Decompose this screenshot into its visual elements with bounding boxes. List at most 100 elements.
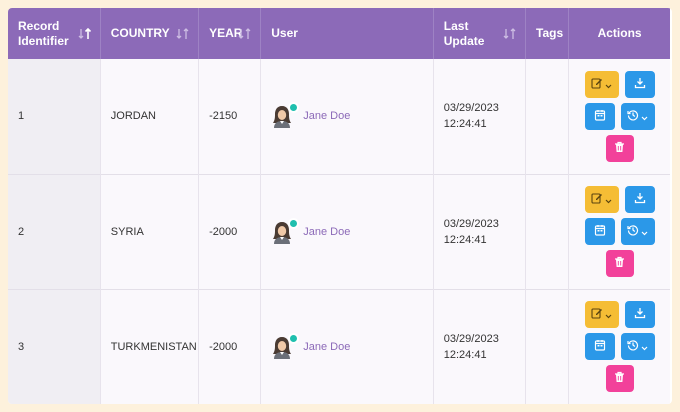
column-header-year[interactable]: YEAR xyxy=(198,8,262,59)
edit-icon xyxy=(591,192,603,207)
schedule-button[interactable] xyxy=(584,218,615,245)
history-icon xyxy=(627,109,639,124)
record-identifier: 3 xyxy=(18,340,25,353)
online-status-dot xyxy=(288,102,300,114)
year-value: -2000 xyxy=(209,225,238,238)
avatar xyxy=(271,332,300,359)
data-grid-container: Record Identifier COUNTRY YEAR User Last… xyxy=(8,8,672,404)
sort-icon[interactable] xyxy=(503,27,517,40)
calendar-icon xyxy=(594,339,606,354)
history-dropdown-button[interactable] xyxy=(620,333,655,361)
chevron-down-icon xyxy=(641,109,648,124)
download-icon xyxy=(634,307,646,322)
cell-country: JORDAN xyxy=(100,59,200,174)
history-dropdown-button[interactable] xyxy=(620,102,655,130)
cell-country: TURKMENISTAN xyxy=(100,289,200,404)
last-update-date: 03/29/2023 xyxy=(443,102,499,115)
avatar xyxy=(271,102,300,129)
edit-dropdown-button[interactable] xyxy=(584,70,619,98)
download-button[interactable] xyxy=(624,301,655,329)
chevron-down-icon xyxy=(605,307,612,322)
user-name-link[interactable]: Jane Doe xyxy=(303,341,350,353)
last-update-time: 12:24:41 xyxy=(443,233,487,246)
edit-dropdown-button[interactable] xyxy=(584,301,619,329)
cell-tags xyxy=(525,174,570,289)
header-row: Record Identifier COUNTRY YEAR User Last… xyxy=(8,8,670,59)
user-name-link[interactable]: Jane Doe xyxy=(303,226,350,238)
last-update-date: 03/29/2023 xyxy=(443,217,499,230)
table-row: 1 JORDAN -2150 Jane Doe 03/29/2023 12:24 xyxy=(8,59,670,174)
column-header-label: COUNTRY xyxy=(110,26,170,40)
cell-user: Jane Doe xyxy=(260,174,434,289)
column-header-country[interactable]: COUNTRY xyxy=(100,8,200,59)
delete-button[interactable] xyxy=(605,250,634,277)
avatar xyxy=(271,217,300,244)
history-icon xyxy=(627,224,639,239)
cell-tags xyxy=(525,59,570,174)
chevron-down-icon xyxy=(641,224,648,239)
cell-country: SYRIA xyxy=(100,174,200,289)
schedule-button[interactable] xyxy=(584,102,615,130)
trash-icon xyxy=(614,371,625,386)
download-button[interactable] xyxy=(624,70,655,98)
cell-tags xyxy=(525,289,570,404)
cell-actions xyxy=(568,174,670,289)
schedule-button[interactable] xyxy=(584,333,615,361)
edit-icon xyxy=(591,77,603,92)
chevron-down-icon xyxy=(605,77,612,92)
edit-dropdown-button[interactable] xyxy=(584,186,619,213)
calendar-icon xyxy=(594,224,606,239)
last-update-time: 12:24:41 xyxy=(443,118,487,131)
history-dropdown-button[interactable] xyxy=(620,218,655,245)
year-value: -2000 xyxy=(209,340,238,353)
column-header-tags: Tags xyxy=(525,8,570,59)
cell-record-identifier: 3 xyxy=(8,289,101,404)
column-header-user: User xyxy=(260,8,434,59)
cell-year: -2150 xyxy=(198,59,262,174)
cell-user: Jane Doe xyxy=(260,289,434,404)
country-name: JORDAN xyxy=(110,110,156,123)
online-status-dot xyxy=(288,332,300,344)
country-name: SYRIA xyxy=(110,225,144,238)
history-icon xyxy=(627,339,639,354)
download-button[interactable] xyxy=(624,186,655,213)
cell-last-update: 03/29/2023 12:24:41 xyxy=(433,174,527,289)
column-header-record-identifier[interactable]: Record Identifier xyxy=(8,8,101,59)
delete-button[interactable] xyxy=(605,365,634,393)
last-update-date: 03/29/2023 xyxy=(443,332,499,345)
user-name-link[interactable]: Jane Doe xyxy=(303,110,350,122)
chevron-down-icon xyxy=(605,192,612,207)
delete-button[interactable] xyxy=(605,134,634,162)
column-header-last-update[interactable]: Last Update xyxy=(433,8,527,59)
sort-ascending-icon[interactable] xyxy=(78,27,92,40)
column-header-label: Actions xyxy=(597,26,642,40)
column-header-actions: Actions xyxy=(569,8,670,59)
cell-record-identifier: 1 xyxy=(8,59,101,174)
sort-icon[interactable] xyxy=(238,27,252,40)
download-icon xyxy=(634,77,646,92)
cell-record-identifier: 2 xyxy=(8,174,101,289)
table-row: 2 SYRIA -2000 Jane Doe 03/29/2023 12:24: xyxy=(8,174,670,289)
table-row: 3 TURKMENISTAN -2000 Jane Doe 03/29/2023 xyxy=(8,289,670,404)
data-grid: Record Identifier COUNTRY YEAR User Last… xyxy=(8,8,670,404)
country-name: TURKMENISTAN xyxy=(110,340,197,353)
cell-last-update: 03/29/2023 12:24:41 xyxy=(433,59,527,174)
chevron-down-icon xyxy=(641,339,648,354)
online-status-dot xyxy=(288,217,300,229)
trash-icon xyxy=(614,256,625,271)
last-update-time: 12:24:41 xyxy=(443,348,487,361)
year-value: -2150 xyxy=(209,110,238,123)
column-header-label: User xyxy=(271,26,298,40)
cell-actions xyxy=(568,289,670,404)
record-identifier: 1 xyxy=(18,110,25,123)
cell-actions xyxy=(568,59,670,174)
trash-icon xyxy=(614,141,625,156)
download-icon xyxy=(634,192,646,207)
cell-year: -2000 xyxy=(198,174,262,289)
column-header-label: Tags xyxy=(536,26,564,40)
record-identifier: 2 xyxy=(18,225,25,238)
edit-icon xyxy=(591,307,603,322)
sort-icon[interactable] xyxy=(176,27,190,40)
cell-user: Jane Doe xyxy=(260,59,434,174)
cell-last-update: 03/29/2023 12:24:41 xyxy=(433,289,527,404)
